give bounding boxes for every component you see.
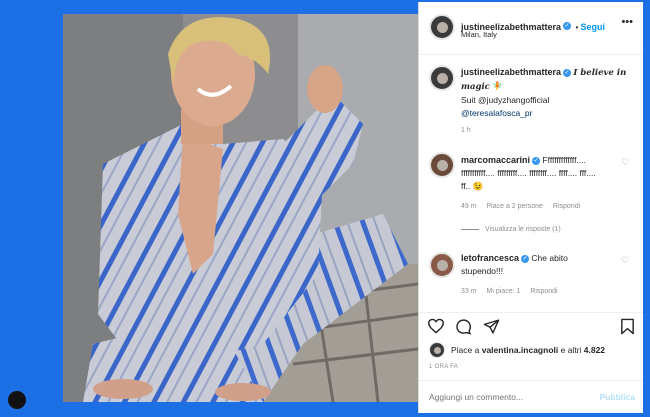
comment-time[interactable]: 49 m [461,203,477,210]
avatar[interactable] [429,14,455,40]
comment-time[interactable]: 33 m [461,288,477,295]
comment-meta: 49 m Piace a 2 persone Rispondi [461,203,580,210]
likes-count[interactable]: 4.822 [584,345,605,355]
post-details-panel: justineelizabethmattera ✓ • Segui Milan, … [418,2,643,413]
comment-username[interactable]: letofrancesca [461,253,519,263]
divider [419,380,643,381]
liker-avatar[interactable] [429,342,445,358]
comment-likes[interactable]: Piace a 2 persone [487,203,543,210]
caption-mention[interactable]: @teresalafosca_pr [461,108,532,118]
post-image[interactable] [63,14,418,402]
verified-badge-icon: ✓ [563,68,572,77]
comment-text-2: fffffffffff.... fffffffff.... ffffffff..… [461,168,596,178]
comment-like-heart-icon[interactable]: ♡ [621,157,629,168]
post-time[interactable]: 1 ORA FA [429,364,458,370]
caption-avatar[interactable] [429,65,455,91]
wink-emoji: 😉 [472,181,484,191]
caption-username[interactable]: justineelizabethmattera [461,67,561,77]
verified-badge-icon: ✓ [532,156,541,165]
comment-meta: 33 m Mi piace: 1 Rispondi [461,288,558,295]
share-icon[interactable] [483,318,500,335]
view-replies-label: Visualizza le risposte (1) [485,226,561,233]
comment-likes[interactable]: Mi piace: 1 [487,288,521,295]
caption-line-2: Suit @judyzhangofficial [461,95,550,105]
comment-username[interactable]: marcomaccarini [461,155,530,165]
publish-button[interactable]: Pubblica [600,392,635,402]
save-bookmark-icon[interactable] [620,318,635,335]
liker-username[interactable]: valentina.incagnoli [482,345,559,355]
comment-text-1: Che abito [531,253,568,263]
comment-avatar[interactable] [429,152,455,178]
verified-badge-icon: ✓ [521,254,530,263]
profile-circle-icon[interactable] [8,391,26,409]
replies-divider [461,228,479,230]
divider [419,312,643,313]
comment-text-3: ff.. [461,181,471,191]
likes-mid: e altri [558,345,584,355]
comment: letofrancesca ✓ Che abito stupendo!!! [461,252,631,278]
fairy-emoji: 🧚 [492,81,503,91]
caption-time[interactable]: 1 h [461,127,471,134]
comment-avatar[interactable] [429,252,455,278]
view-replies-button[interactable]: Visualizza le risposte (1) [461,226,561,233]
verified-badge-icon: ✓ [563,21,572,30]
location[interactable]: Milan, Italy [461,30,497,39]
caption: justineelizabethmattera ✓ I believe in ma… [461,66,637,120]
likes-summary: Piace a valentina.incagnoli e altri 4.82… [451,345,605,355]
comment-input[interactable] [429,389,579,405]
ellipsis-icon[interactable]: ••• [621,16,633,28]
comment-text-2: stupendo!!! [461,266,504,276]
comment-like-heart-icon[interactable]: ♡ [621,255,629,266]
likes-prefix: Piace a [451,345,482,355]
follow-button[interactable]: Segui [581,22,606,32]
reply-button[interactable]: Rispondi [530,288,557,295]
heart-icon[interactable] [427,318,445,334]
comment: marcomaccarini ✓ Ffffffffffffff.... fffff… [461,154,631,193]
post-header: justineelizabethmattera ✓ • Segui Milan, … [419,2,643,55]
comment-icon[interactable] [455,318,472,335]
post-photo-illustration [63,14,418,402]
reply-button[interactable]: Rispondi [553,203,580,210]
comment-text-1: Ffffffffffffff.... [542,155,586,165]
